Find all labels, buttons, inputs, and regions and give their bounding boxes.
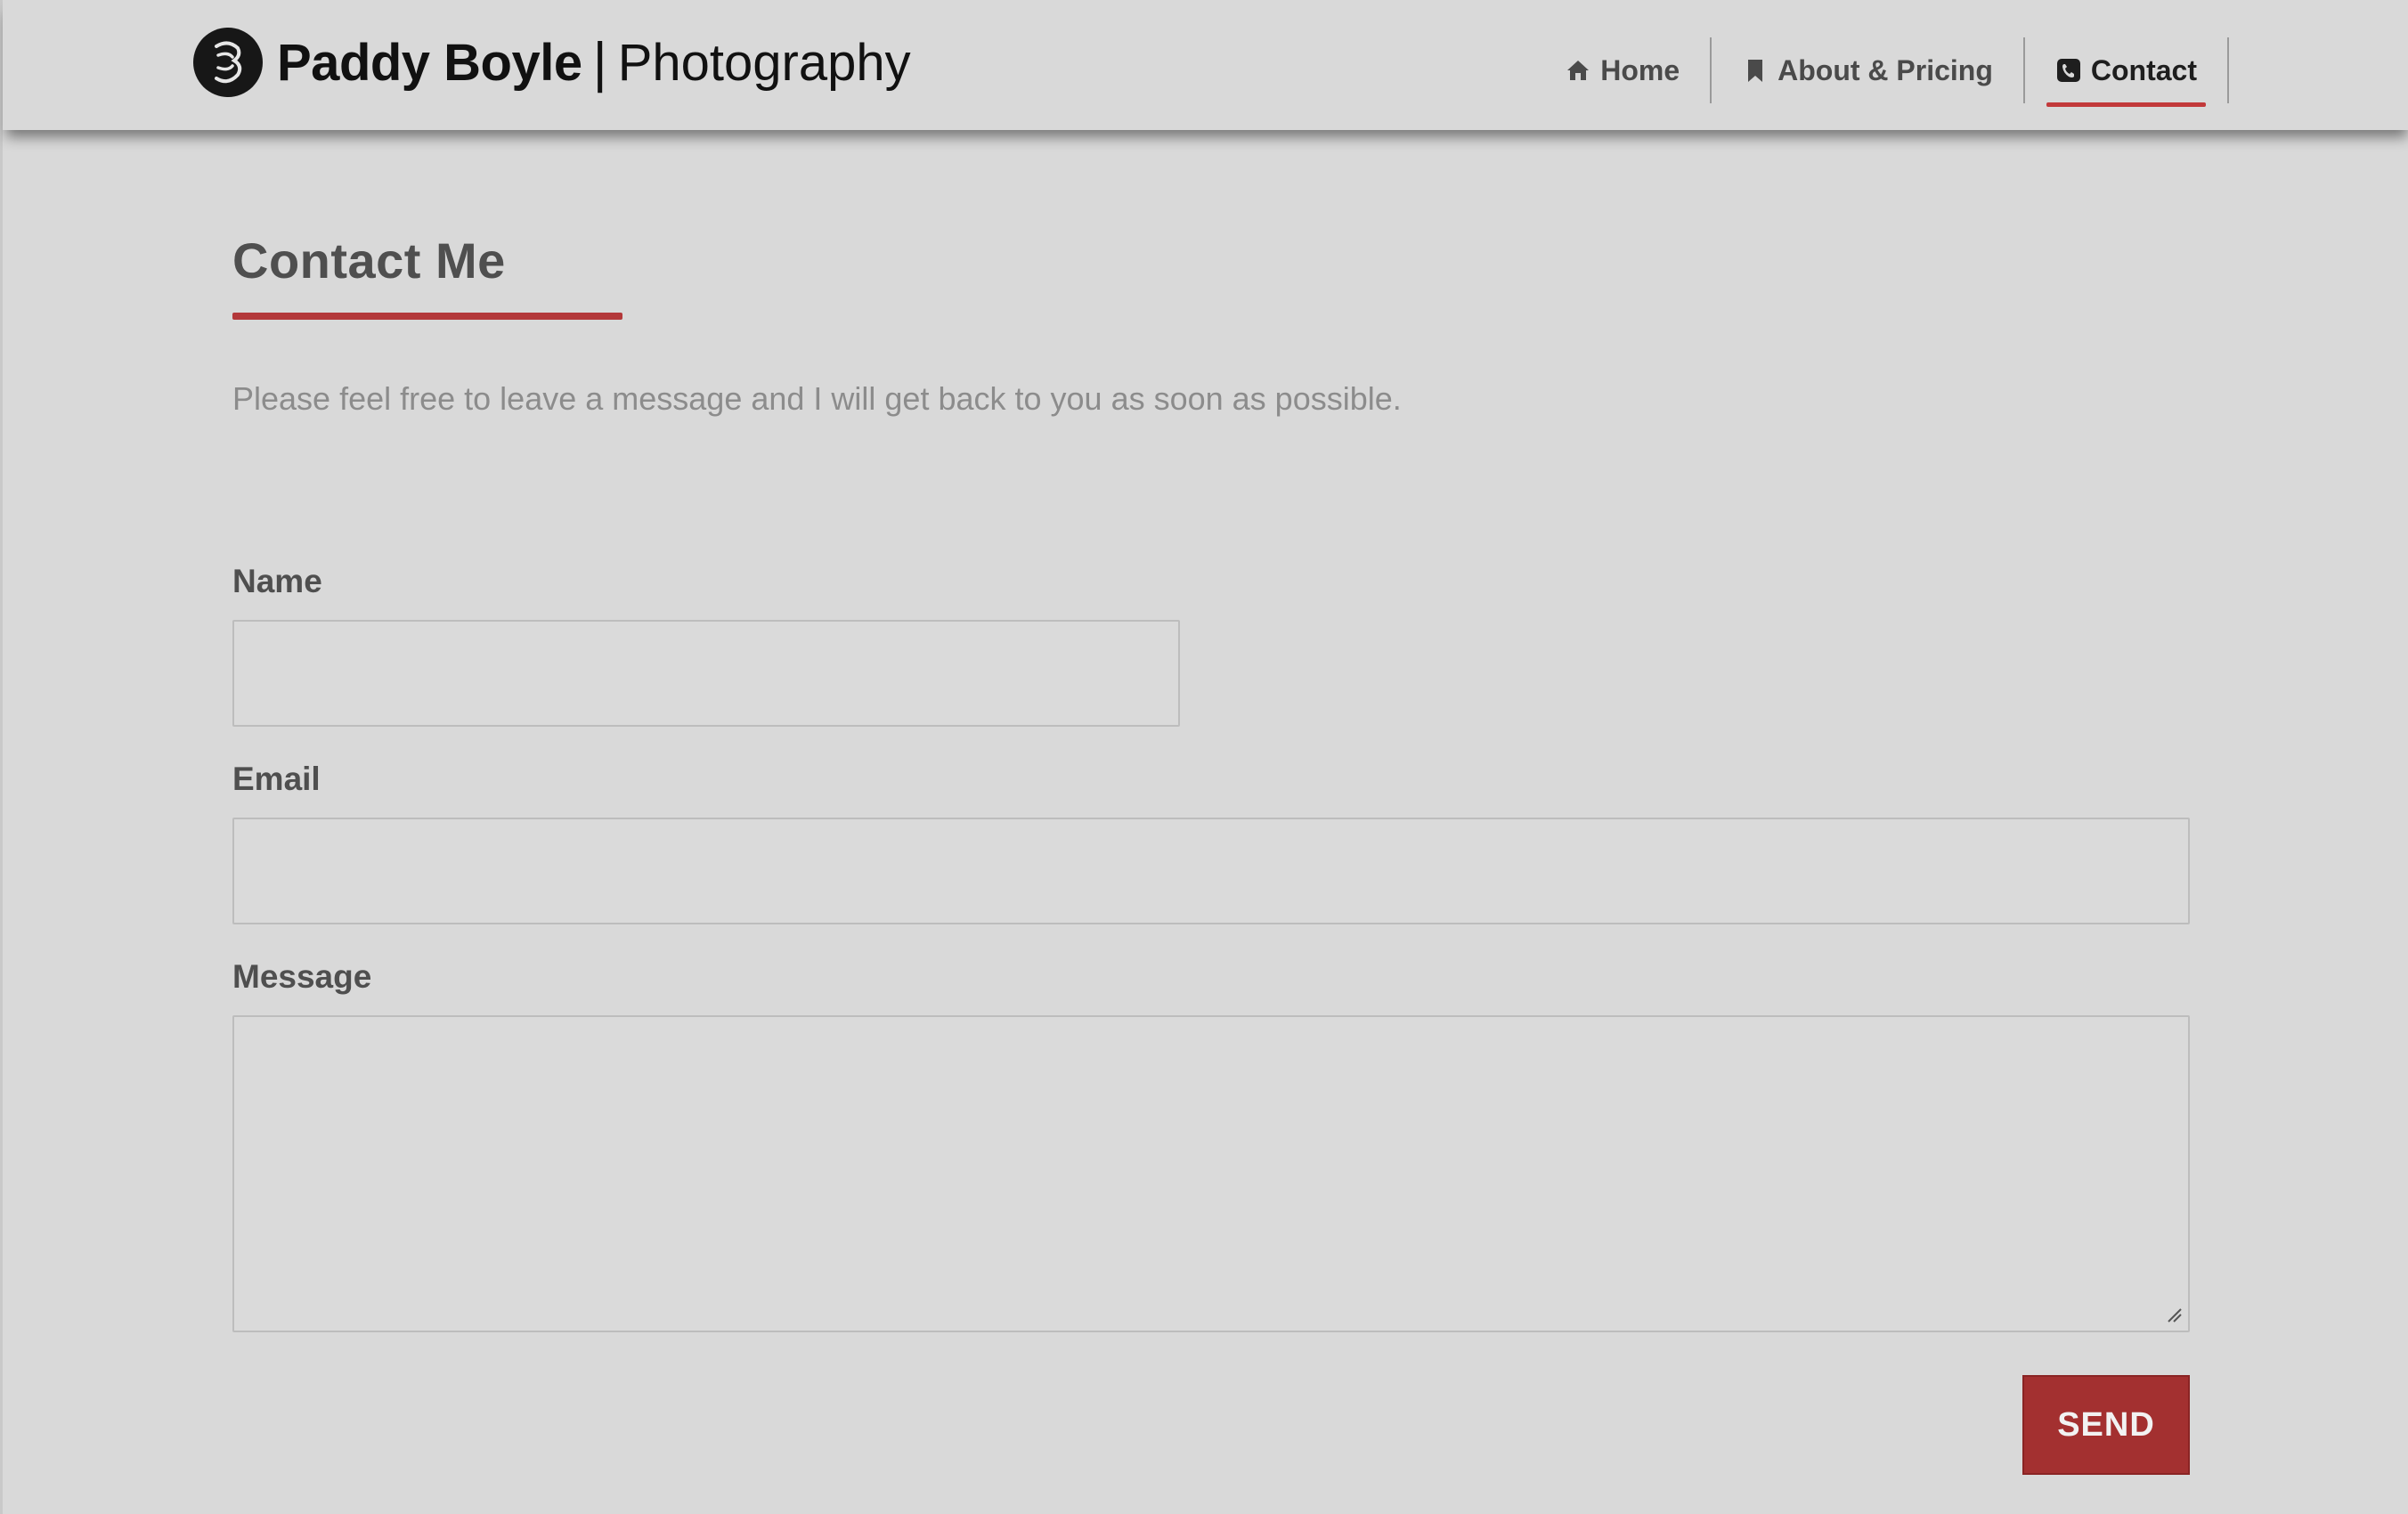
name-input[interactable] bbox=[232, 620, 1180, 727]
message-textarea[interactable] bbox=[232, 1015, 2190, 1332]
camera-monogram-icon bbox=[193, 28, 263, 97]
nav-divider bbox=[2227, 37, 2229, 103]
contact-section: Contact Me Please feel free to leave a m… bbox=[232, 232, 2190, 1475]
page-title: Contact Me bbox=[232, 232, 506, 289]
nav-item-label: Home bbox=[1600, 53, 1680, 86]
main-nav: Home About & Pricing Contact bbox=[1534, 37, 2229, 107]
title-underline bbox=[232, 313, 622, 320]
message-label: Message bbox=[232, 958, 372, 995]
send-button[interactable]: SEND bbox=[2022, 1375, 2190, 1475]
brand-subtitle: Photography bbox=[617, 33, 911, 92]
intro-text: Please feel free to leave a message and … bbox=[232, 380, 1402, 417]
site-header: Paddy Boyle | Photography Home About & P… bbox=[3, 0, 2408, 130]
brand[interactable]: Paddy Boyle | Photography bbox=[193, 27, 911, 98]
home-icon bbox=[1567, 61, 1590, 80]
nav-item-contact[interactable]: Contact bbox=[2025, 37, 2227, 107]
brand-name: Paddy Boyle bbox=[277, 33, 582, 92]
email-input[interactable] bbox=[232, 818, 2190, 924]
resize-grip-icon[interactable] bbox=[2165, 1306, 2183, 1323]
email-label: Email bbox=[232, 761, 321, 797]
nav-item-about-pricing[interactable]: About & Pricing bbox=[1712, 37, 2023, 103]
name-label: Name bbox=[232, 563, 322, 599]
phone-icon bbox=[2056, 59, 2080, 82]
nav-item-label: About & Pricing bbox=[1778, 53, 1993, 86]
bookmark-icon bbox=[1748, 60, 1763, 82]
nav-item-home[interactable]: Home bbox=[1534, 37, 1710, 103]
page: Paddy Boyle | Photography Home About & P… bbox=[0, 0, 2408, 1514]
brand-separator: | bbox=[592, 31, 607, 94]
nav-item-label: Contact bbox=[2090, 53, 2197, 86]
